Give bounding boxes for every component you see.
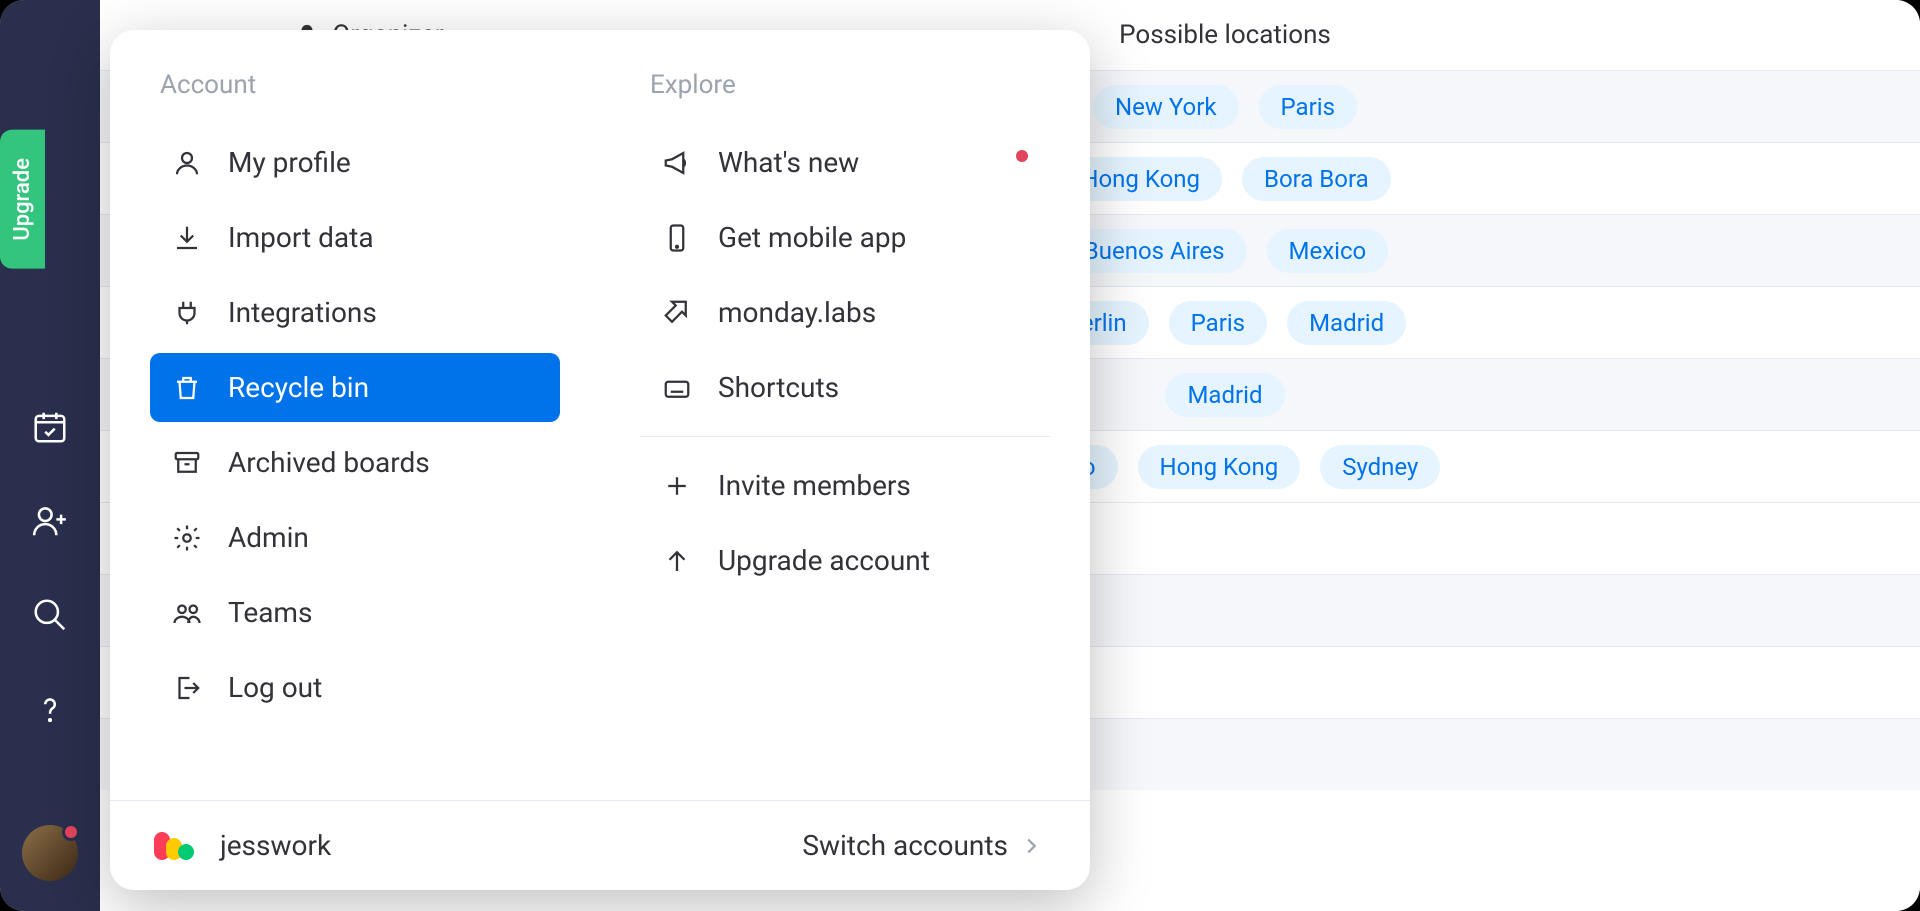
location-tag[interactable]: Paris [1169,301,1267,345]
notification-dot-icon [62,823,80,841]
menu-integrations[interactable]: Integrations [150,278,560,347]
arrow-up-icon [662,546,692,576]
workspace-name: jesswork [220,829,331,862]
gear-icon [172,523,202,553]
location-tag[interactable]: Madrid [1165,373,1284,417]
menu-whats-new[interactable]: What's new [640,128,1050,197]
account-menu-flyout: Account My profile Import data Integrati… [110,30,1090,890]
flyout-footer: jesswork Switch accounts [110,800,1090,890]
menu-log-out[interactable]: Log out [150,653,560,722]
menu-invite-members[interactable]: Invite members [640,451,1050,520]
labs-icon [662,298,692,328]
explore-column: Explore What's new Get mobile app monday… [600,70,1090,800]
account-heading: Account [160,70,560,100]
my-work-icon[interactable] [0,380,100,474]
location-tag[interactable]: Hong Kong [1138,445,1301,489]
switch-accounts-button[interactable]: Switch accounts [802,829,1042,862]
download-icon [172,223,202,253]
menu-shortcuts[interactable]: Shortcuts [640,353,1050,422]
mobile-icon [662,223,692,253]
menu-teams[interactable]: Teams [150,578,560,647]
menu-monday-labs[interactable]: monday.labs [640,278,1050,347]
left-nav-rail: Upgrade [0,0,100,911]
trash-icon [172,373,202,403]
location-tag[interactable]: Madrid [1287,301,1406,345]
location-tag[interactable]: Mexico [1267,229,1389,273]
logout-icon [172,673,202,703]
explore-heading: Explore [650,70,1050,100]
help-icon[interactable] [0,662,100,756]
monday-logo-icon [158,832,194,860]
plug-icon [172,298,202,328]
notification-dot-icon [1016,150,1028,162]
archive-icon [172,448,202,478]
chevron-right-icon [1020,835,1042,857]
keyboard-icon [662,373,692,403]
menu-get-mobile-app[interactable]: Get mobile app [640,203,1050,272]
location-tag[interactable]: Bora Bora [1242,157,1391,201]
menu-my-profile[interactable]: My profile [150,128,560,197]
search-icon[interactable] [0,568,100,662]
account-column: Account My profile Import data Integrati… [110,70,600,800]
menu-admin[interactable]: Admin [150,503,560,572]
location-tag[interactable]: Paris [1259,85,1357,129]
location-tag[interactable]: Sydney [1320,445,1440,489]
profile-avatar[interactable] [22,825,78,881]
menu-import-data[interactable]: Import data [150,203,560,272]
plus-icon [662,471,692,501]
upgrade-tab[interactable]: Upgrade [0,130,45,269]
menu-recycle-bin[interactable]: Recycle bin [150,353,560,422]
invite-members-icon[interactable] [0,474,100,568]
person-icon [172,148,202,178]
menu-archived-boards[interactable]: Archived boards [150,428,560,497]
megaphone-icon [662,148,692,178]
teams-icon [172,598,202,628]
menu-upgrade-account[interactable]: Upgrade account [640,526,1050,595]
location-tag[interactable]: New York [1093,85,1238,129]
